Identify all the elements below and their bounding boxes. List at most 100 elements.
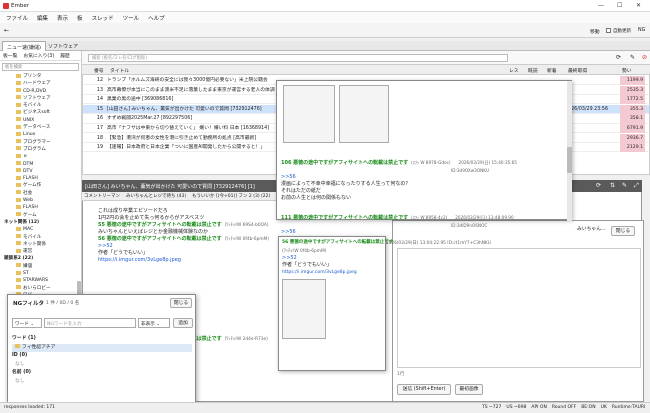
minimize-icon[interactable]: — — [598, 2, 604, 9]
image-link[interactable]: https://i.imgur.com/3vLge8p.jpeg — [279, 269, 385, 276]
board-item-label: プリンタ — [23, 74, 42, 79]
board-item[interactable]: 運営 — [0, 248, 81, 255]
response-tab[interactable]: コメントリーマン — [84, 193, 120, 199]
menu-edit[interactable]: 編集 — [37, 14, 48, 22]
ng-item[interactable]: なし — [12, 361, 192, 370]
board-item[interactable]: データベース — [0, 124, 81, 131]
menu-view[interactable]: 表示 — [57, 14, 68, 22]
col-title[interactable]: タイトル — [110, 67, 129, 74]
ng-field-select[interactable]: ワード ⌄ — [12, 318, 42, 328]
post-line: 55 悪徳の途中ですがアフィサイトへの転載は禁止です (ﾜｯﾁｮｲW 69S4-b… — [98, 222, 278, 229]
board-item[interactable]: おいらロビー — [0, 285, 81, 292]
tab-news[interactable]: ニュー速(嫌儲) — [2, 41, 46, 51]
board-item[interactable]: プログラマー — [0, 139, 81, 146]
preview-button[interactable]: 最初画像 — [455, 384, 483, 395]
col-read[interactable]: 既読 — [528, 67, 538, 74]
board-item[interactable]: MAC — [0, 226, 81, 233]
ng-item[interactable]: フィ性認アチア — [12, 343, 192, 352]
board-item[interactable]: ST — [0, 270, 81, 277]
auto-refresh-checkbox[interactable] — [606, 28, 611, 33]
sort-icon[interactable]: ⇅ — [610, 182, 615, 189]
board-item[interactable]: 社会 — [0, 190, 81, 197]
board-item[interactable]: ゲーム作 — [0, 182, 81, 189]
menu-board[interactable]: 板 — [77, 14, 83, 22]
col-number[interactable]: 番号 — [94, 67, 104, 74]
col-last-fetch[interactable]: 最終取得 — [568, 67, 587, 74]
board-item[interactable]: モバイル — [0, 234, 81, 241]
menu-tools[interactable]: ツール — [123, 14, 140, 22]
tab-software[interactable]: ソフトウェア — [44, 41, 82, 51]
thread-number: 16 — [96, 116, 103, 122]
ng-close-button[interactable]: 閉じる — [170, 298, 192, 308]
reply-close-button[interactable]: 閉じる — [611, 226, 635, 236]
anchor-link[interactable]: >>52 — [279, 255, 385, 262]
col-res[interactable]: レス — [509, 67, 519, 74]
response-tab[interactable]: みいちゃんとレジで待ち (43) — [126, 193, 186, 199]
board-item[interactable]: ネット関係 — [0, 241, 81, 248]
submit-button[interactable]: 送信 (Shift+Enter) — [397, 384, 451, 395]
board-item[interactable]: UNIX — [0, 117, 81, 124]
board-item[interactable]: プログラム — [0, 146, 81, 153]
board-item[interactable]: DTM — [0, 161, 81, 168]
manga-thumbnail[interactable] — [339, 85, 389, 143]
board-item[interactable]: 嫌儲 — [0, 263, 81, 270]
reload-icon[interactable]: ⟳ — [596, 182, 601, 189]
thread-search-input[interactable]: 検索 (板名/スレ名/ログ削除) — [88, 54, 508, 62]
ng-button[interactable]: NG — [638, 28, 645, 33]
tab-favorites[interactable]: お気に入り(3) — [23, 52, 54, 59]
compose-icon[interactable]: ✎ — [630, 54, 635, 61]
ng-item[interactable]: なし — [12, 378, 192, 387]
back-icon[interactable]: ← — [4, 27, 9, 34]
menu-thread[interactable]: スレッド — [92, 14, 114, 22]
popup-post-link[interactable]: >>56 — [281, 229, 296, 235]
response-tab[interactable]: もういいか [(今+01)] フン 2 (3) (22) — [192, 193, 270, 199]
maximize-icon[interactable]: ☐ — [617, 2, 622, 9]
move-button[interactable]: 移動 — [590, 28, 600, 35]
manga-thumbnail[interactable] — [283, 85, 335, 143]
col-new[interactable]: 新着 — [547, 67, 557, 74]
refresh-icon[interactable]: ⟳ — [616, 54, 621, 61]
ng-mode-select[interactable]: 非表示 ⌄ — [138, 318, 170, 328]
popup-post-line: >>56 — [281, 174, 561, 181]
board-item[interactable]: FLASH — [0, 204, 81, 211]
status-left: responses loaded: 171 — [4, 405, 55, 410]
ng-add-button[interactable]: 追加 — [173, 318, 193, 328]
tab-board-list[interactable]: 板一覧 — [3, 52, 17, 59]
board-item[interactable]: DTV — [0, 168, 81, 175]
close-icon[interactable]: ✕ — [636, 2, 641, 9]
tree-section[interactable]: ネット関係 (12) — [0, 219, 81, 226]
board-item[interactable]: Web — [0, 197, 81, 204]
popup-post-link[interactable]: >>56 — [281, 174, 296, 180]
folder-icon — [16, 131, 21, 136]
popup-scrollbar[interactable] — [567, 81, 572, 221]
board-item[interactable]: ソフトウェア — [0, 95, 81, 102]
board-item[interactable]: STARWARS — [0, 277, 81, 284]
tab-history[interactable]: 履歴 — [60, 52, 70, 59]
edit-icon[interactable]: ✎ — [622, 182, 627, 189]
expand-icon[interactable]: ⤢ — [634, 182, 639, 190]
menu-file[interactable]: ファイル — [6, 14, 28, 22]
ng-word-input[interactable]: NGワードを入力 — [44, 318, 136, 328]
manga-image[interactable] — [282, 279, 326, 339]
board-item[interactable]: Linux — [0, 131, 81, 138]
board-item[interactable]: ｅ — [0, 153, 81, 160]
block-icon[interactable]: ⊘ — [642, 54, 647, 61]
tree-section[interactable]: 雑談系2 (22) — [0, 255, 81, 262]
post-link[interactable]: https://i.imgur.com/3vLge8p.jpeg — [98, 257, 181, 263]
board-item[interactable]: CD-R,DVD — [0, 88, 81, 95]
tab-bar — [0, 41, 650, 51]
board-item[interactable]: ゲーム — [0, 212, 81, 219]
reply-textarea[interactable] — [397, 248, 641, 368]
board-item-label: プログラマー — [23, 139, 51, 145]
col-momentum[interactable]: 勢い — [622, 67, 632, 74]
board-item-label: 嫌儲 — [23, 263, 33, 269]
post-link[interactable]: >>52 — [98, 243, 113, 249]
board-search-input[interactable]: 板を検索 — [2, 63, 79, 71]
board-item[interactable]: プリンタ — [0, 73, 81, 80]
menu-help[interactable]: ヘルプ — [148, 14, 165, 22]
board-item[interactable]: モバイル — [0, 102, 81, 109]
board-item[interactable]: ハードウェア — [0, 80, 81, 87]
board-item[interactable]: ビジネスsoft — [0, 109, 81, 116]
board-item[interactable]: FLASH — [0, 175, 81, 182]
post-line: https://i.imgur.com/3vLge8p.jpeg — [98, 257, 278, 264]
